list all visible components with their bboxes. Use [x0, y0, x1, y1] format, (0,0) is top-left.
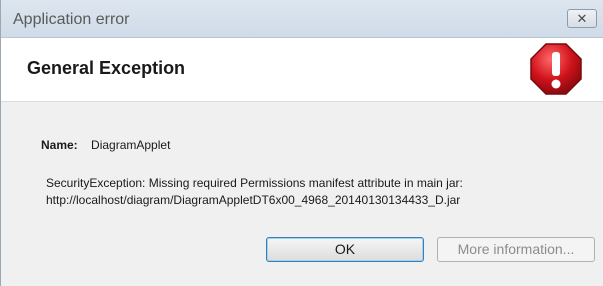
error-message-line: SecurityException: Missing required Perm… — [46, 176, 463, 190]
window-title: Application error — [13, 11, 130, 28]
ok-button[interactable]: OK — [266, 237, 424, 262]
name-value: DiagramApplet — [91, 138, 171, 152]
dialog-header: General Exception — [1, 38, 603, 102]
close-button[interactable]: ✕ — [567, 9, 597, 28]
error-message: SecurityException: Missing required Perm… — [46, 175, 586, 209]
close-icon: ✕ — [576, 11, 588, 26]
error-message-url: http://localhost/diagram/DiagramAppletDT… — [46, 193, 461, 207]
name-label: Name: — [41, 138, 78, 152]
name-row: Name: DiagramApplet — [41, 138, 170, 152]
dialog-body: Name: DiagramApplet SecurityException: M… — [1, 102, 603, 286]
header-title: General Exception — [27, 58, 186, 78]
error-stop-icon — [530, 43, 582, 95]
more-information-button[interactable]: More information... — [437, 237, 595, 262]
title-bar[interactable]: Application error ✕ — [1, 0, 603, 38]
application-error-dialog: Application error ✕ General Exception Na… — [0, 0, 603, 286]
